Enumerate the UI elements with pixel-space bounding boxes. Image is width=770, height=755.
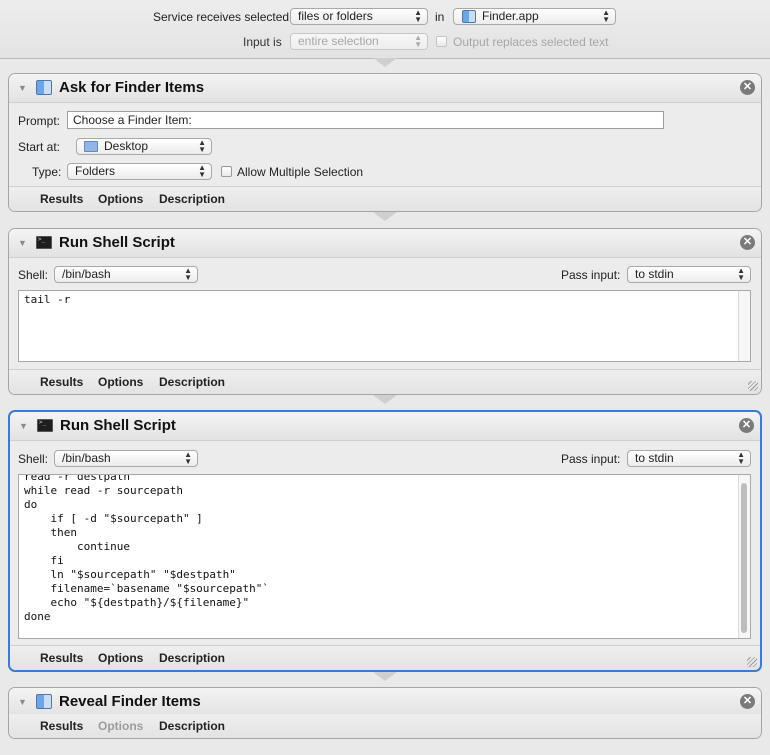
terminal-icon: >_ <box>36 236 52 249</box>
options-tab: Options <box>98 719 144 733</box>
close-action-icon[interactable]: ✕ <box>740 80 755 95</box>
results-tab[interactable]: Results <box>40 719 83 733</box>
popup-arrows-icon: ▲ ▼ <box>414 8 422 24</box>
in-label: in <box>435 10 445 24</box>
popup-arrows-icon: ▲ ▼ <box>737 450 745 466</box>
application-value: Finder.app <box>482 9 539 23</box>
service-settings-bar: Service receives selected files or folde… <box>0 0 770 59</box>
shell-value: /bin/bash <box>62 451 111 465</box>
start-at-label: Start at: <box>18 140 61 154</box>
close-action-icon[interactable]: ✕ <box>740 694 755 709</box>
vertical-scrollbar[interactable] <box>738 475 750 638</box>
action-footer: Results Options Description <box>9 714 761 738</box>
description-tab[interactable]: Description <box>159 375 225 389</box>
options-tab[interactable]: Options <box>98 192 143 206</box>
pass-input-label: Pass input: <box>561 268 621 282</box>
options-tab[interactable]: Options <box>98 375 143 389</box>
disclosure-triangle-icon[interactable]: ▼ <box>18 697 27 707</box>
action-connector <box>373 672 397 684</box>
script-text[interactable]: read -r destpath while read -r sourcepat… <box>24 475 269 624</box>
disclosure-triangle-icon[interactable]: ▼ <box>18 238 27 248</box>
popup-arrows-icon: ▲ ▼ <box>184 450 192 466</box>
type-popup[interactable]: Folders ▲ ▼ <box>67 163 212 180</box>
pass-input-label: Pass input: <box>561 452 621 466</box>
script-editor[interactable]: read -r destpath while read -r sourcepat… <box>18 474 751 639</box>
popup-arrows-icon: ▲ ▼ <box>184 266 192 282</box>
folder-icon <box>84 141 98 152</box>
popup-arrows-icon: ▲ ▼ <box>737 266 745 282</box>
input-is-label: Input is <box>243 35 282 49</box>
service-input-type-value: files or folders <box>298 9 373 23</box>
allow-multiple-checkbox[interactable] <box>221 166 232 177</box>
shell-label: Shell: <box>18 268 49 282</box>
action-connector <box>373 212 397 224</box>
action-header: ▼ >_ Run Shell Script ✕ <box>9 229 761 258</box>
finder-icon <box>36 694 52 709</box>
action-run-shell-script-1[interactable]: ▼ >_ Run Shell Script ✕ Shell: /bin/bash… <box>8 228 762 395</box>
action-footer: Results Options Description <box>9 369 761 394</box>
output-replaces-checkbox[interactable] <box>436 36 447 47</box>
popup-arrows-icon: ▲ ▼ <box>198 163 206 179</box>
action-connector <box>373 58 397 70</box>
action-connector <box>373 395 397 407</box>
disclosure-triangle-icon[interactable]: ▼ <box>19 421 28 431</box>
action-ask-for-finder-items[interactable]: ▼ Ask for Finder Items ✕ Prompt: Choose … <box>8 73 762 212</box>
scrollbar-thumb[interactable] <box>741 483 747 633</box>
pass-input-value: to stdin <box>635 267 674 281</box>
finder-icon <box>36 80 52 95</box>
resize-grip-icon[interactable] <box>747 657 757 667</box>
action-reveal-finder-items[interactable]: ▼ Reveal Finder Items ✕ Results Options … <box>8 687 762 739</box>
results-tab[interactable]: Results <box>40 651 83 665</box>
action-footer: Results Options Description <box>9 186 761 211</box>
type-label: Type: <box>32 165 62 179</box>
popup-arrows-icon: ▲ ▼ <box>414 33 422 49</box>
input-is-popup[interactable]: entire selection ▲ ▼ <box>290 33 428 50</box>
description-tab[interactable]: Description <box>159 651 225 665</box>
action-run-shell-script-2[interactable]: ▼ >_ Run Shell Script ✕ Shell: /bin/bash… <box>8 410 762 672</box>
action-title: Reveal Finder Items <box>59 693 201 710</box>
pass-input-popup[interactable]: to stdin ▲ ▼ <box>627 450 751 467</box>
input-is-value: entire selection <box>298 34 379 48</box>
start-at-popup[interactable]: Desktop ▲ ▼ <box>76 138 212 155</box>
terminal-icon: >_ <box>37 419 53 432</box>
shell-popup[interactable]: /bin/bash ▲ ▼ <box>54 266 198 283</box>
vertical-scrollbar[interactable] <box>738 291 750 361</box>
pass-input-popup[interactable]: to stdin ▲ ▼ <box>627 266 751 283</box>
action-header: ▼ >_ Run Shell Script ✕ <box>10 412 760 441</box>
action-header: ▼ Ask for Finder Items ✕ <box>9 74 761 103</box>
output-replaces-label: Output replaces selected text <box>453 35 609 49</box>
application-popup[interactable]: Finder.app ▲ ▼ <box>453 8 616 25</box>
allow-multiple-label: Allow Multiple Selection <box>237 165 364 179</box>
popup-arrows-icon: ▲ ▼ <box>602 8 610 24</box>
script-text[interactable]: tail -r <box>24 293 70 307</box>
disclosure-triangle-icon[interactable]: ▼ <box>18 83 27 93</box>
service-input-type-popup[interactable]: files or folders ▲ ▼ <box>290 8 428 25</box>
description-tab[interactable]: Description <box>159 192 225 206</box>
shell-label: Shell: <box>18 452 49 466</box>
prompt-label: Prompt: <box>18 114 61 128</box>
options-tab[interactable]: Options <box>98 651 143 665</box>
description-tab[interactable]: Description <box>159 719 225 733</box>
shell-popup[interactable]: /bin/bash ▲ ▼ <box>54 450 198 467</box>
pass-input-value: to stdin <box>635 451 674 465</box>
action-title: Run Shell Script <box>59 234 175 251</box>
script-editor[interactable]: tail -r <box>18 290 751 362</box>
service-receives-label: Service receives selected <box>153 10 290 24</box>
close-action-icon[interactable]: ✕ <box>739 418 754 433</box>
action-title: Ask for Finder Items <box>59 79 205 96</box>
results-tab[interactable]: Results <box>40 375 83 389</box>
popup-arrows-icon: ▲ ▼ <box>198 138 206 154</box>
action-title: Run Shell Script <box>60 417 176 434</box>
results-tab[interactable]: Results <box>40 192 83 206</box>
shell-value: /bin/bash <box>62 267 111 281</box>
type-value: Folders <box>75 164 116 178</box>
start-at-value: Desktop <box>104 139 149 153</box>
close-action-icon[interactable]: ✕ <box>740 235 755 250</box>
resize-grip-icon[interactable] <box>748 381 758 391</box>
action-header: ▼ Reveal Finder Items ✕ <box>9 688 761 717</box>
prompt-field[interactable]: Choose a Finder Item: <box>67 111 664 129</box>
action-footer: Results Options Description <box>10 645 760 670</box>
finder-icon <box>462 10 476 23</box>
